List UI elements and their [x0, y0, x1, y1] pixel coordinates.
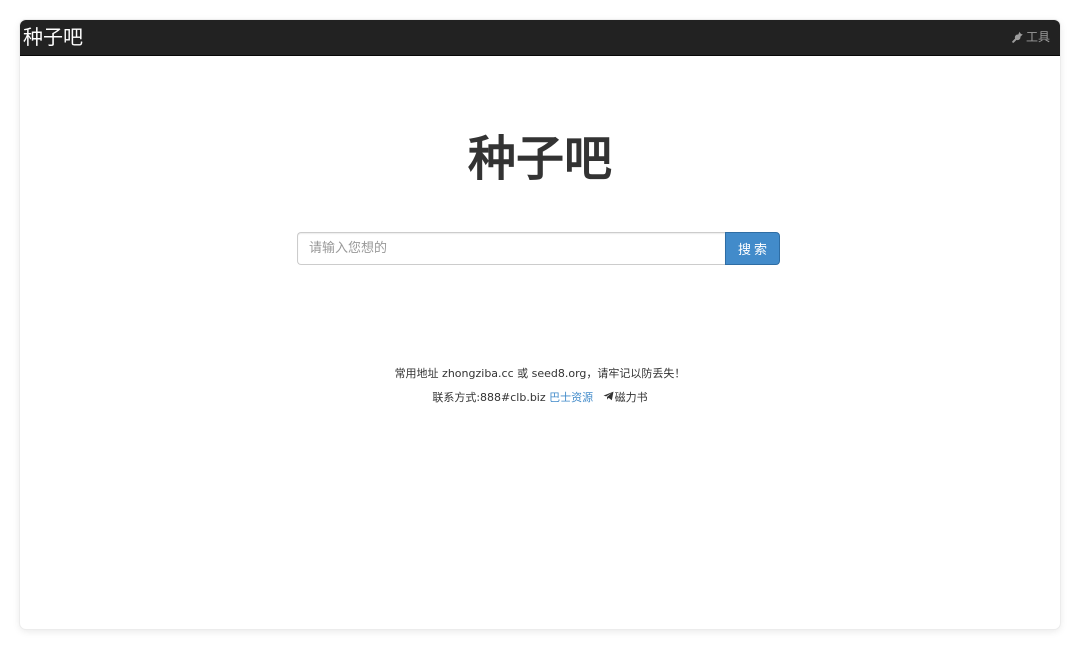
contact-line: 联系方式:888#clb.biz 巴士资源 磁力书 [20, 386, 1060, 410]
contact-text: 联系方式:888#clb.biz [432, 391, 546, 404]
top-navbar: 种子吧 工具 [20, 20, 1060, 56]
search-form: 搜索 [297, 232, 780, 265]
search-input[interactable] [297, 232, 725, 265]
tools-label: 工具 [1025, 30, 1050, 44]
wrench-icon [1012, 31, 1024, 43]
brand-link[interactable]: 种子吧 [23, 23, 83, 51]
telegram-icon [603, 386, 614, 410]
search-button[interactable]: 搜索 [725, 232, 780, 265]
address-notice: 常用地址 zhongziba.cc 或 seed8.org，请牢记以防丢失！ [394, 367, 686, 380]
page-title: 种子吧 [467, 131, 612, 187]
footer-info: 常用地址 zhongziba.cc 或 seed8.org，请牢记以防丢失！ 联… [20, 362, 1060, 410]
browser-page: 种子吧 工具 种子吧 搜索 常用地址 zhongziba.cc 或 seed8.… [20, 20, 1060, 629]
telegram-link[interactable]: 磁力书 [603, 386, 648, 410]
bus-resource-link[interactable]: 巴士资源 [549, 391, 593, 404]
telegram-label: 磁力书 [614, 391, 648, 404]
tools-menu[interactable]: 工具 [1012, 29, 1050, 45]
